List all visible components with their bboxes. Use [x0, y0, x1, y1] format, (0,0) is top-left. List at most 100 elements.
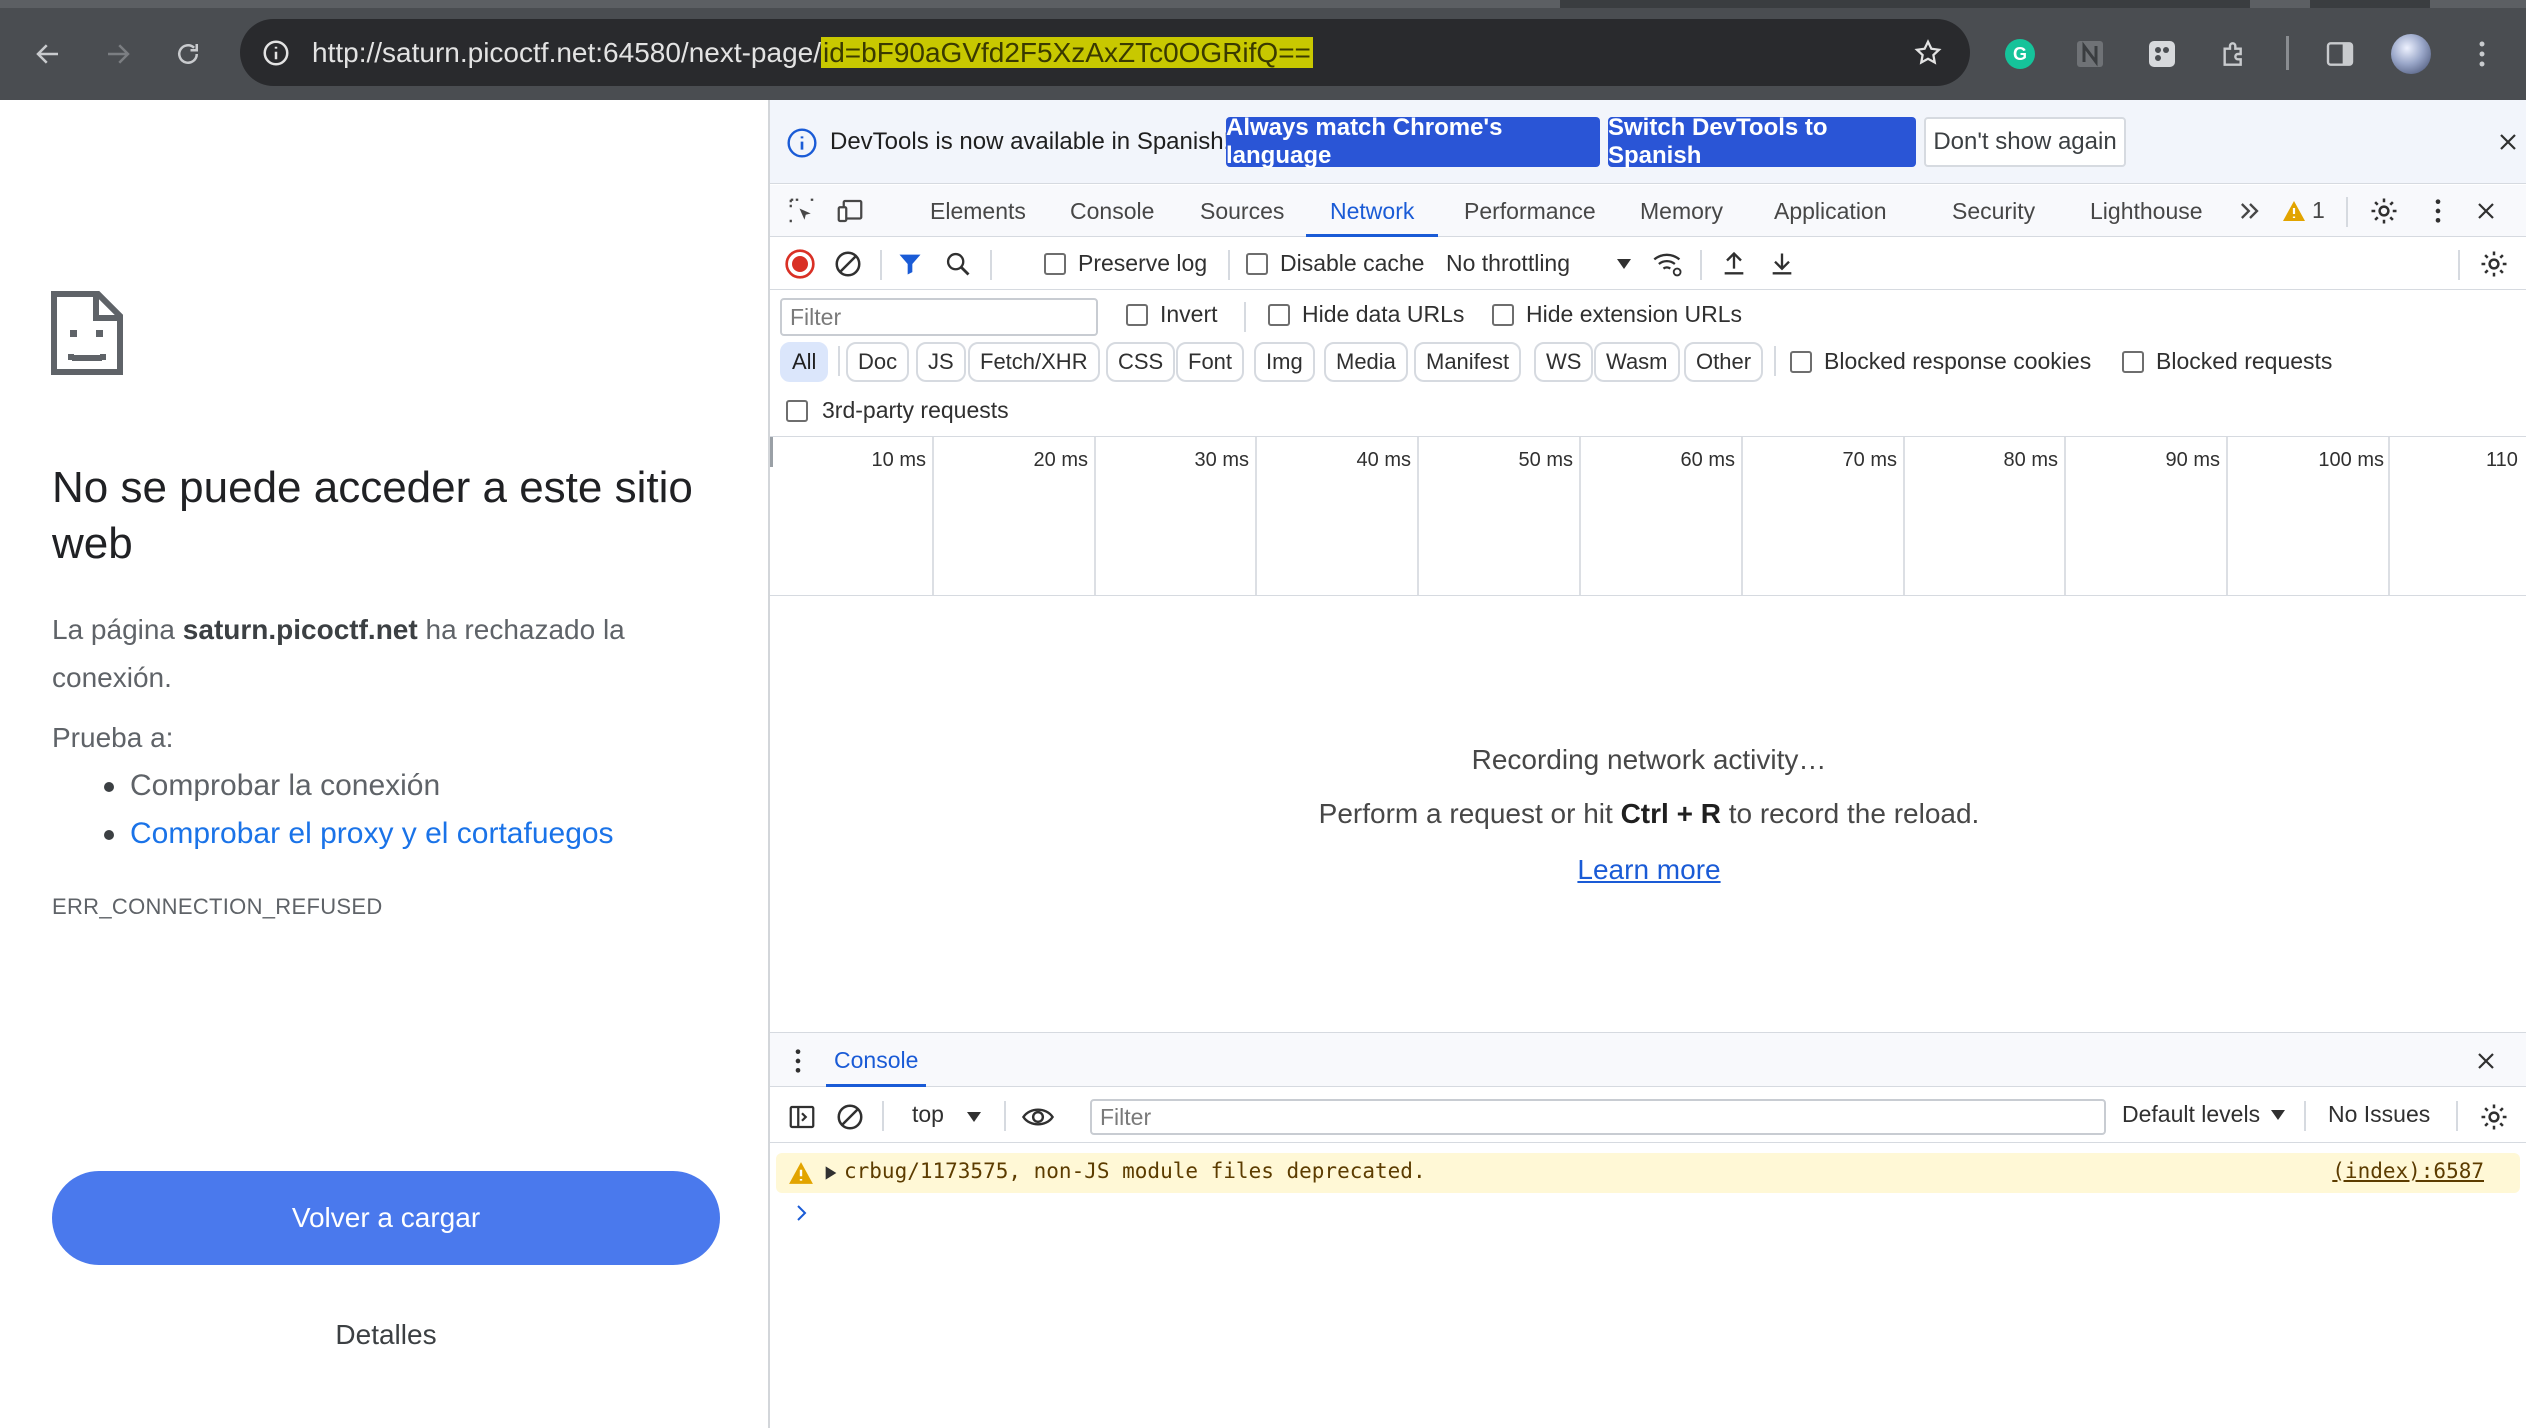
console-prompt-chevron-icon[interactable]: [790, 1201, 814, 1225]
network-filter-input[interactable]: Filter: [780, 298, 1098, 336]
record-hint-prefix: Perform a request or hit: [1318, 798, 1621, 829]
throttling-dropdown-icon[interactable]: [1606, 246, 1642, 282]
clear-icon[interactable]: [830, 246, 866, 282]
grammarly-extension-icon[interactable]: G: [1998, 32, 2042, 76]
type-filter-manifest[interactable]: Manifest: [1414, 342, 1522, 382]
back-button[interactable]: [24, 30, 72, 78]
svg-text:G: G: [2013, 44, 2027, 64]
drawer-tab-console[interactable]: Console: [826, 1033, 927, 1087]
timeline-tick-label: 60 ms: [1680, 449, 1735, 471]
console-sidebar-icon[interactable]: [784, 1099, 820, 1135]
drawer-close-icon[interactable]: [2468, 1043, 2504, 1079]
tab-application[interactable]: Application: [1774, 185, 1887, 237]
side-panel-icon[interactable]: [2318, 32, 2362, 76]
recording-message: Recording network activity…: [1471, 744, 1827, 775]
console-settings-gear-icon[interactable]: [2476, 1099, 2512, 1135]
type-filter-js[interactable]: JS: [916, 342, 966, 382]
type-filter-ws[interactable]: WS: [1534, 342, 1594, 382]
tab-network[interactable]: Network: [1306, 185, 1439, 237]
type-filter-wasm[interactable]: Wasm: [1594, 342, 1680, 382]
tab-lighthouse[interactable]: Lighthouse: [2090, 185, 2203, 237]
third-party-label: 3rd-party requests: [822, 397, 1009, 423]
switch-to-spanish-button[interactable]: Switch DevTools to Spanish: [1608, 114, 1916, 169]
info-icon: [787, 128, 817, 158]
palette-extension-icon[interactable]: [2140, 32, 2184, 76]
dont-show-again-button[interactable]: Don't show again: [1924, 117, 2126, 167]
warnings-counter[interactable]: 1: [2282, 197, 2325, 224]
notion-extension-icon[interactable]: [2068, 32, 2112, 76]
warning-source-link[interactable]: (index):6587: [2332, 1159, 2484, 1183]
hide-extension-urls-checkbox[interactable]: [1492, 304, 1514, 326]
preserve-log-checkbox[interactable]: [1044, 253, 1066, 275]
record-stop-icon[interactable]: [782, 246, 818, 282]
timeline-gridline: [1579, 437, 1581, 595]
type-filter-all[interactable]: All: [780, 342, 829, 382]
timeline-tick-label: 20 ms: [1033, 449, 1088, 471]
device-toolbar-icon[interactable]: [832, 193, 868, 229]
settings-gear-icon[interactable]: [2366, 193, 2402, 229]
inspect-element-icon[interactable]: [784, 193, 820, 229]
reload-page-button[interactable]: Volver a cargar: [52, 1171, 720, 1265]
suggestion-check-proxy-link[interactable]: Comprobar el proxy y el cortafuegos: [100, 810, 614, 858]
tabs-separator: [2346, 197, 2348, 227]
type-filter-font[interactable]: Font: [1176, 342, 1245, 382]
always-match-language-button[interactable]: Always match Chrome's language: [1226, 114, 1600, 169]
tab-elements[interactable]: Elements: [930, 185, 1026, 237]
tab-memory[interactable]: Memory: [1640, 185, 1723, 237]
console-warning-message[interactable]: crbug/1173575, non-JS module files depre…: [776, 1153, 2520, 1193]
levels-dropdown-icon[interactable]: [2260, 1097, 2296, 1133]
live-expression-eye-icon[interactable]: [1020, 1099, 1056, 1135]
type-filter-fetch-xhr[interactable]: Fetch/XHR: [968, 342, 1100, 382]
tab-performance[interactable]: Performance: [1464, 185, 1596, 237]
third-party-checkbox[interactable]: [786, 400, 808, 422]
invert-checkbox[interactable]: [1126, 304, 1148, 326]
learn-more-link-text[interactable]: Learn more: [1577, 854, 1720, 885]
more-tabs-chevron-icon[interactable]: [2232, 193, 2268, 229]
browser-menu-icon[interactable]: [2460, 32, 2504, 76]
toolbar-separator: [990, 250, 992, 280]
drawer-menu-icon[interactable]: [780, 1043, 816, 1079]
export-har-icon[interactable]: [1764, 246, 1800, 282]
disable-cache-checkbox[interactable]: [1246, 253, 1268, 275]
context-dropdown-icon[interactable]: [956, 1099, 992, 1135]
type-filter-css[interactable]: CSS: [1106, 342, 1176, 382]
details-button[interactable]: Detalles: [52, 1310, 720, 1360]
warning-icon: [2283, 200, 2305, 221]
expand-triangle-icon[interactable]: [824, 1165, 838, 1181]
blocked-requests-checkbox[interactable]: [2122, 351, 2144, 373]
record-hint: Perform a request or hit Ctrl + R to rec…: [770, 798, 2526, 830]
tab-console[interactable]: Console: [1070, 185, 1154, 237]
profile-avatar[interactable]: [2391, 34, 2431, 74]
network-conditions-icon[interactable]: [1650, 246, 1686, 282]
bookmark-star-icon[interactable]: [1908, 33, 1948, 73]
search-icon[interactable]: [940, 246, 976, 282]
blocked-response-cookies-checkbox[interactable]: [1790, 351, 1812, 373]
network-timeline-overview[interactable]: 10 ms 20 ms 30 ms 40 ms 50 ms 60 ms 70 m…: [770, 436, 2526, 596]
throttling-select[interactable]: No throttling: [1446, 250, 1570, 277]
issues-count-button[interactable]: No Issues: [2328, 1101, 2430, 1128]
reload-icon[interactable]: [164, 30, 212, 78]
filter-funnel-icon[interactable]: [892, 246, 928, 282]
tab-sources[interactable]: Sources: [1200, 185, 1284, 237]
context-select[interactable]: top: [912, 1101, 944, 1128]
tab-strip: [0, 0, 2526, 8]
network-settings-gear-icon[interactable]: [2476, 246, 2512, 282]
address-bar[interactable]: http://saturn.picoctf.net:64580/next-pag…: [240, 19, 1970, 86]
infobar-close-icon[interactable]: [2492, 126, 2524, 158]
devtools-close-icon[interactable]: [2468, 193, 2504, 229]
console-clear-icon[interactable]: [832, 1099, 868, 1135]
site-info-icon[interactable]: [256, 33, 296, 73]
tab-security[interactable]: Security: [1952, 185, 2035, 237]
log-levels-select[interactable]: Default levels: [2122, 1101, 2260, 1128]
devtools-menu-icon[interactable]: [2420, 193, 2456, 229]
forward-button[interactable]: [94, 30, 142, 78]
import-har-icon[interactable]: [1716, 246, 1752, 282]
type-filter-doc[interactable]: Doc: [846, 342, 910, 382]
hide-data-urls-checkbox[interactable]: [1268, 304, 1290, 326]
type-filter-img[interactable]: Img: [1254, 342, 1315, 382]
console-filter-input[interactable]: Filter: [1090, 1099, 2106, 1135]
type-filter-other[interactable]: Other: [1684, 342, 1764, 382]
timeline-gridline: [1094, 437, 1096, 595]
type-filter-media[interactable]: Media: [1324, 342, 1408, 382]
extensions-puzzle-icon[interactable]: [2212, 32, 2256, 76]
